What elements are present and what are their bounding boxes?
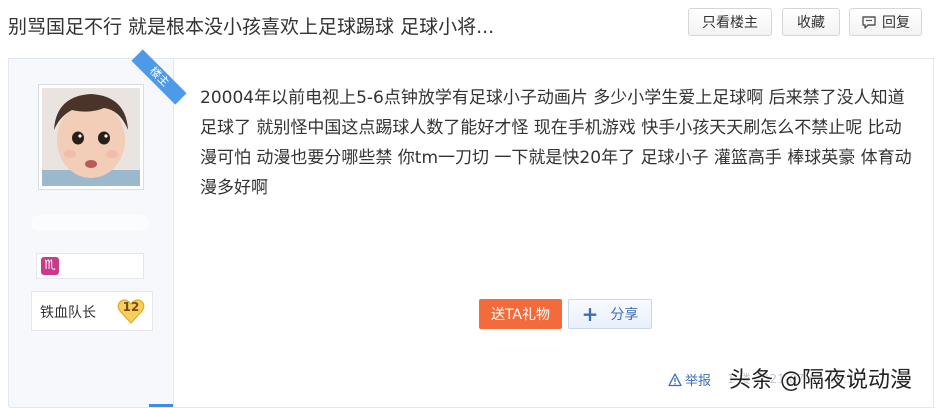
thread-header: 别骂国足不行 就是根本没小孩喜欢上足球踢球 足球小将... 只看楼主 收藏 回复 — [0, 0, 937, 58]
zodiac-badge[interactable]: ♏ — [36, 253, 144, 279]
share-button[interactable]: + 分享 — [568, 299, 652, 329]
post-content: 20004年以前电视上5-6点钟放学有足球小子动画片 多少小学生爱上足球啊 后来… — [200, 88, 912, 198]
reply-button[interactable]: 回复 — [849, 8, 922, 36]
avatar[interactable] — [38, 84, 144, 190]
send-gift-button[interactable]: 送TA礼物 — [479, 299, 562, 329]
warning-triangle-icon — [668, 372, 682, 386]
thread-title: 别骂国足不行 就是根本没小孩喜欢上足球踢球 足球小将... — [8, 16, 495, 38]
scorpio-icon: ♏ — [41, 257, 59, 275]
report-label: 举报 — [685, 374, 712, 389]
favorite-button[interactable]: 收藏 — [782, 8, 840, 36]
author-sidebar: ♏ 铁血队长 12 — [9, 59, 174, 408]
watermark: 头条 @隔夜说动漫 — [729, 368, 912, 393]
post-floor: ♏ 铁血队长 12 楼主 20004年以前电视上5-6点钟放学有足球小子动画片 … — [8, 49, 935, 408]
plus-icon: + — [581, 302, 599, 326]
user-level[interactable]: 铁血队长 12 — [31, 291, 153, 331]
only-op-button[interactable]: 只看楼主 — [688, 8, 772, 36]
level-title: 铁血队长 — [40, 305, 96, 321]
speech-bubble-icon — [862, 16, 876, 29]
share-button-label: 分享 — [610, 307, 639, 323]
username-blurred[interactable] — [31, 215, 149, 231]
reply-button-label: 回复 — [882, 15, 910, 31]
child-avatar-image — [42, 88, 140, 186]
level-number: 12 — [122, 300, 140, 314]
report-link[interactable]: 举报 — [668, 370, 711, 389]
